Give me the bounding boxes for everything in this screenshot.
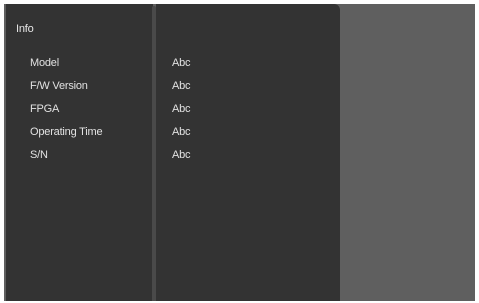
info-value-operating-time: Abc bbox=[172, 126, 191, 138]
device-screen: Info Model F/W Version FPGA Operating Ti… bbox=[4, 4, 475, 301]
info-value-panel: Abc Abc Abc Abc Abc bbox=[156, 4, 340, 301]
info-value-model: Abc bbox=[172, 57, 191, 69]
info-value-serial-number: Abc bbox=[172, 149, 191, 161]
info-value-fw-version: Abc bbox=[172, 80, 191, 92]
info-label-fw-version: F/W Version bbox=[30, 80, 88, 92]
info-value-list: Abc Abc Abc Abc Abc bbox=[172, 56, 191, 171]
info-label-operating-time: Operating Time bbox=[30, 126, 103, 138]
info-label-model: Model bbox=[30, 57, 59, 69]
info-label-serial-number: S/N bbox=[30, 149, 48, 161]
info-value-fpga: Abc bbox=[172, 103, 191, 115]
info-label-fpga: FPGA bbox=[30, 103, 60, 115]
info-title: Info bbox=[16, 23, 34, 35]
info-label-panel: Info Model F/W Version FPGA Operating Ti… bbox=[6, 4, 153, 301]
info-label-list: Model F/W Version FPGA Operating Time S/… bbox=[30, 56, 103, 171]
